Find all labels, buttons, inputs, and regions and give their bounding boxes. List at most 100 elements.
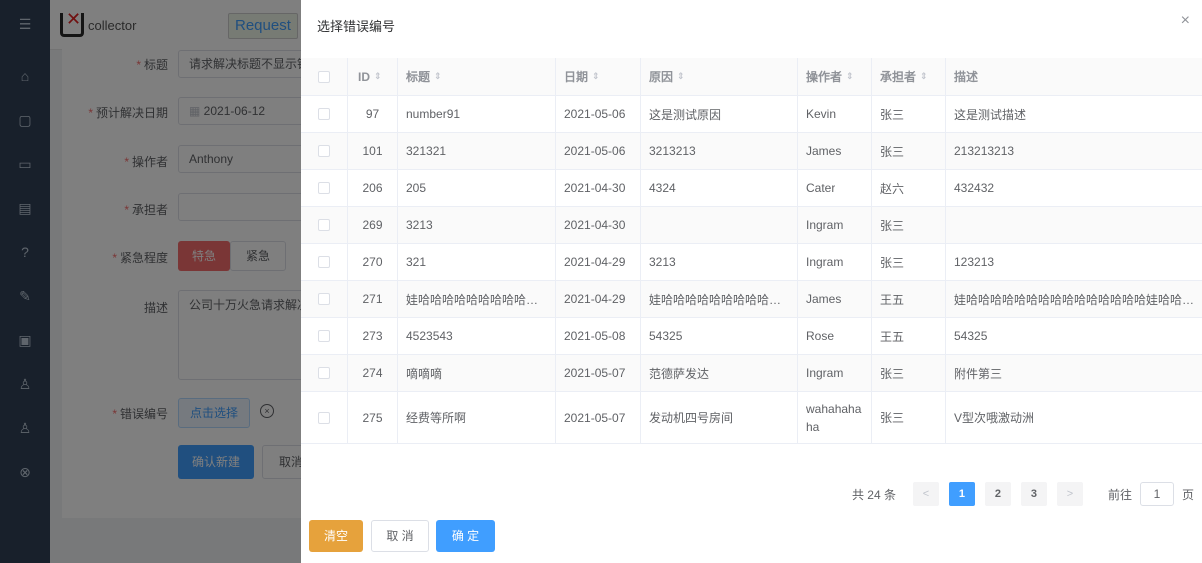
row-select-cell[interactable] — [301, 318, 348, 354]
sort-icon[interactable]: ⇕ — [677, 71, 685, 82]
table-row[interactable]: 269 3213 2021-04-30 Ingram 张三 — [301, 207, 1202, 244]
cell-reason: 发动机四号房间 — [641, 392, 798, 443]
checkbox[interactable] — [318, 330, 330, 342]
page-button-3[interactable]: 3 — [1020, 482, 1047, 506]
cell-text: 3213 — [649, 255, 676, 269]
cell-text: 经费等所啊 — [406, 411, 467, 425]
table-row[interactable]: 271 娃哈哈哈哈哈哈哈哈哈哈… 2021-04-29 娃哈哈哈哈哈哈哈哈哈… Jame… — [301, 281, 1202, 318]
cell-text: 张三 — [880, 107, 905, 122]
column-header-assignee[interactable]: 承担者 ⇕ — [872, 58, 946, 95]
table-header: ID ⇕ 标题 ⇕ 日期 ⇕ 原因 ⇕ 操作者 ⇕ 承担者 ⇕ 描述 — [301, 58, 1202, 96]
page-button-1[interactable]: 1 — [948, 482, 975, 506]
cell-text: 2021-05-07 — [564, 366, 626, 380]
prev-page-button[interactable]: < — [912, 482, 939, 506]
cell-title: 3213 — [398, 207, 556, 243]
table-row[interactable]: 206 205 2021-04-30 4324 Cater 赵六 432432 — [301, 170, 1202, 207]
sort-icon[interactable]: ⇕ — [920, 71, 928, 82]
cell-operator: Rose — [798, 318, 872, 354]
cell-date: 2021-04-29 — [556, 244, 641, 280]
checkbox[interactable] — [318, 145, 330, 157]
clear-button[interactable]: 清空 — [309, 520, 363, 552]
cell-assignee: 王五 — [872, 281, 946, 317]
goto-page-input[interactable]: 1 — [1139, 482, 1174, 506]
cell-text: 张三 — [880, 218, 905, 233]
checkbox[interactable] — [318, 256, 330, 268]
confirm-button[interactable]: 确 定 — [436, 520, 495, 552]
cancel-button[interactable]: 取 消 — [371, 520, 429, 552]
table-row[interactable]: 270 321 2021-04-29 3213 Ingram 张三 123213 — [301, 244, 1202, 281]
cell-text: 娃哈哈哈哈哈哈哈哈哈哈… — [406, 292, 547, 307]
cell-reason: 3213213 — [641, 133, 798, 169]
cell-assignee: 张三 — [872, 355, 946, 391]
cell-reason: 这是测试原因 — [641, 96, 798, 132]
row-select-cell[interactable] — [301, 281, 348, 317]
row-select-cell[interactable] — [301, 355, 348, 391]
cell-text: 432432 — [954, 181, 995, 195]
cell-text: Cater — [806, 181, 836, 195]
cell-desc: 213213213 — [946, 133, 1202, 169]
checkbox[interactable] — [318, 367, 330, 379]
table-row[interactable]: 101 321321 2021-05-06 3213213 James 张三 2132132… — [301, 133, 1202, 170]
header-select-all[interactable] — [301, 58, 348, 95]
sort-icon[interactable]: ⇕ — [374, 71, 382, 82]
cell-desc: 娃哈哈哈哈哈哈哈哈哈哈哈哈哈哈哈娃哈哈… — [946, 281, 1202, 317]
checkbox[interactable] — [318, 182, 330, 194]
cell-text: 206 — [362, 181, 383, 195]
row-select-cell[interactable] — [301, 170, 348, 206]
cell-operator: wahahahaha — [798, 392, 872, 443]
checkbox[interactable] — [318, 219, 330, 231]
cell-text: 王五 — [880, 292, 905, 307]
cell-desc — [946, 207, 1202, 243]
cell-text: 3213 — [406, 218, 433, 232]
cell-text: Ingram — [806, 366, 844, 380]
cell-text: 54325 — [954, 329, 988, 343]
cell-reason: 54325 — [641, 318, 798, 354]
cell-title: 经费等所啊 — [398, 392, 556, 443]
cell-text: 2021-04-29 — [564, 292, 626, 306]
cell-text: 97 — [365, 107, 380, 121]
cell-text: 王五 — [880, 329, 905, 344]
cell-title: 娃哈哈哈哈哈哈哈哈哈哈… — [398, 281, 556, 317]
cell-text: 这是测试描述 — [954, 107, 1027, 122]
sort-icon[interactable]: ⇕ — [592, 71, 600, 82]
row-select-cell[interactable] — [301, 392, 348, 443]
cell-title: number91 — [398, 96, 556, 132]
table-row[interactable]: 274 嘀嘀嘀 2021-05-07 范德萨发达 Ingram 张三 附件第三 — [301, 355, 1202, 392]
column-header-operator[interactable]: 操作者 ⇕ — [798, 58, 872, 95]
cell-assignee: 张三 — [872, 207, 946, 243]
column-header-date[interactable]: 日期 ⇕ — [556, 58, 641, 95]
table-row[interactable]: 275 经费等所啊 2021-05-07 发动机四号房间 wahahahaha 张三 V型次… — [301, 392, 1202, 444]
next-page-button[interactable]: > — [1056, 482, 1083, 506]
cell-text: 2021-04-30 — [564, 218, 626, 232]
column-header-title[interactable]: 标题 ⇕ — [398, 58, 556, 95]
cell-text: James — [806, 292, 842, 306]
row-select-cell[interactable] — [301, 96, 348, 132]
checkbox[interactable] — [318, 108, 330, 120]
table-row[interactable]: 97 number91 2021-05-06 这是测试原因 Kevin 张三 这是测试描述 — [301, 96, 1202, 133]
column-header-reason[interactable]: 原因 ⇕ — [641, 58, 798, 95]
row-select-cell[interactable] — [301, 207, 348, 243]
cell-id: 206 — [348, 170, 398, 206]
table-row[interactable]: 273 4523543 2021-05-08 54325 Rose 王五 54325 — [301, 318, 1202, 355]
page-button-2[interactable]: 2 — [984, 482, 1011, 506]
cell-text: 张三 — [880, 411, 905, 425]
cell-text: 101 — [362, 144, 383, 158]
sort-icon[interactable]: ⇕ — [434, 71, 442, 82]
cell-text: 发动机四号房间 — [649, 411, 734, 425]
cell-assignee: 张三 — [872, 392, 946, 443]
cell-text: Ingram — [806, 218, 844, 232]
pagination: 共 24 条 < 1 2 3 > 前往 1 页 — [852, 481, 1194, 507]
row-select-cell[interactable] — [301, 244, 348, 280]
sort-icon[interactable]: ⇕ — [846, 71, 854, 82]
checkbox[interactable] — [318, 411, 330, 424]
cell-id: 271 — [348, 281, 398, 317]
cell-text: 205 — [406, 181, 427, 195]
cell-operator: Cater — [798, 170, 872, 206]
close-icon[interactable]: × — [1181, 12, 1190, 30]
column-header-id[interactable]: ID ⇕ — [348, 58, 398, 95]
row-select-cell[interactable] — [301, 133, 348, 169]
cell-text: 3213213 — [649, 144, 696, 158]
checkbox[interactable] — [318, 70, 330, 83]
cell-text: 张三 — [880, 366, 905, 381]
checkbox[interactable] — [318, 293, 330, 305]
